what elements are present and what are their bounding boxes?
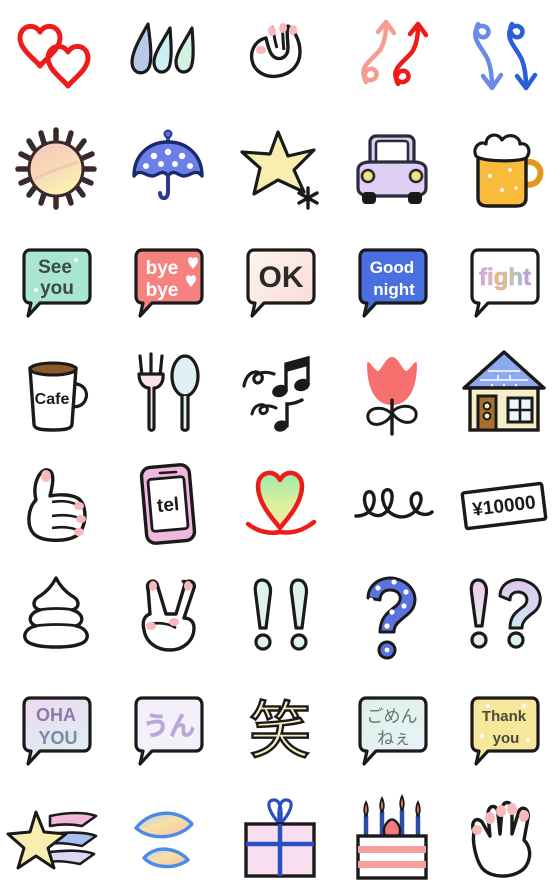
laugh-kanji-icon: 笑	[248, 693, 312, 768]
speech-bubble-good-night-icon: Good night	[358, 248, 428, 318]
music-notes-icon	[242, 355, 310, 432]
bubble-line-2: ねぇ	[377, 729, 411, 749]
gradient-heart-icon	[245, 470, 317, 535]
speech-bubble-gomen-ne-icon: ごめん ねぇ	[358, 696, 428, 766]
sticker-double-exclamation[interactable]	[224, 560, 336, 672]
sticker-bubble-un[interactable]: うん	[112, 672, 224, 784]
sun-icon	[15, 127, 97, 210]
sticker-loop-squiggle[interactable]	[336, 448, 448, 560]
bubble-line-1: See	[38, 257, 72, 278]
car-icon	[356, 134, 428, 204]
sticker-raindrops[interactable]	[112, 0, 224, 112]
sticker-bubble-gomen-ne[interactable]: ごめん ねぇ	[336, 672, 448, 784]
sticker-car[interactable]	[336, 112, 448, 224]
cafe-mug-icon: Cafe	[28, 361, 89, 432]
sticker-cafe-mug[interactable]: Cafe	[0, 336, 112, 448]
sticker-question-mark[interactable]	[336, 560, 448, 672]
fork-and-spoon-icon	[137, 352, 200, 432]
speech-bubble-oha-you-icon: OHA YOU	[22, 696, 92, 766]
bubble-line-2: bye	[146, 280, 179, 301]
soft-swirl-icon	[23, 576, 89, 649]
umbrella-icon	[132, 129, 204, 201]
sticker-petals[interactable]	[112, 784, 224, 896]
speech-bubble-fight-icon: fight	[470, 248, 540, 318]
sticker-tulip[interactable]	[336, 336, 448, 448]
speech-bubble-thank-you-icon: Thank you	[470, 696, 540, 766]
speech-bubble-ok-icon: OK	[246, 248, 316, 318]
bubble-line-2: YOU	[38, 728, 77, 748]
raindrops-icon	[130, 22, 195, 75]
mug-label: Cafe	[35, 391, 70, 408]
sticker-house[interactable]	[448, 336, 560, 448]
sticker-up-arrows[interactable]	[336, 0, 448, 112]
speech-bubble-bye-bye-icon: bye bye	[134, 248, 204, 318]
bubble-line-2: you	[493, 730, 520, 747]
bubble-line-1: bye	[146, 258, 179, 279]
loop-squiggle-icon	[354, 488, 434, 519]
petals-icon	[134, 811, 194, 869]
sticker-beer-mug[interactable]	[448, 112, 560, 224]
sticker-soft-swirl[interactable]	[0, 560, 112, 672]
sticker-ok-hand[interactable]	[224, 0, 336, 112]
sticker-music-notes[interactable]	[224, 336, 336, 448]
bubble-line-2: you	[40, 278, 74, 299]
sticker-gradient-heart[interactable]	[224, 448, 336, 560]
sticker-birthday-cake[interactable]	[336, 784, 448, 896]
beer-mug-icon	[473, 133, 544, 208]
speech-bubble-un-icon: うん	[134, 696, 204, 766]
sticker-two-hearts[interactable]	[0, 0, 112, 112]
sticker-kanji-warau[interactable]: 笑	[224, 672, 336, 784]
emoji-sticker-sheet: See you bye bye OK Good night fight Cafe…	[0, 0, 560, 896]
star-sparkle-icon	[240, 130, 319, 210]
sticker-phone-tel[interactable]: tel	[112, 448, 224, 560]
bubble-line-2: night	[373, 280, 415, 299]
bubble-line-1: OK	[259, 261, 304, 294]
sticker-bubble-see-you[interactable]: See you	[0, 224, 112, 336]
bubble-line-1: fight	[479, 264, 531, 291]
sticker-sun[interactable]	[0, 112, 112, 224]
bubble-line-1: うん	[143, 711, 195, 741]
two-hearts-icon	[17, 23, 91, 89]
sticker-down-arrows[interactable]	[448, 0, 560, 112]
question-mark-icon	[366, 576, 417, 660]
phone-tel-icon: tel	[139, 463, 197, 545]
sticker-thumbs-up[interactable]	[0, 448, 112, 560]
sticker-bubble-fight[interactable]: fight	[448, 224, 560, 336]
sticker-bubble-good-night[interactable]: Good night	[336, 224, 448, 336]
ok-hand-icon	[249, 23, 302, 79]
double-exclamation-icon	[253, 578, 309, 651]
sticker-exclamation-question[interactable]	[448, 560, 560, 672]
shooting-star-trail-icon	[6, 810, 98, 870]
banknote-icon: ¥10000	[460, 481, 548, 531]
phone-label: tel	[156, 494, 180, 517]
up-arrows-icon	[361, 19, 429, 87]
bubble-line-1: ごめん	[367, 707, 418, 727]
gift-box-icon	[244, 798, 316, 878]
sticker-peace-sign[interactable]	[112, 560, 224, 672]
sticker-bubble-oha-you[interactable]: OHA YOU	[0, 672, 112, 784]
thumbs-up-icon	[27, 468, 87, 542]
kanji-glyph: 笑	[249, 694, 311, 767]
birthday-cake-icon	[356, 793, 428, 880]
bubble-line-1: Thank	[482, 708, 527, 725]
sticker-bubble-thank-you[interactable]: Thank you	[448, 672, 560, 784]
peace-sign-icon	[141, 579, 196, 652]
sticker-bubble-ok[interactable]: OK	[224, 224, 336, 336]
exclamation-question-icon	[469, 578, 542, 649]
house-icon	[462, 350, 546, 432]
open-palm-icon	[471, 800, 532, 878]
speech-bubble-see-you-icon: See you	[22, 248, 92, 318]
sticker-banknote[interactable]: ¥10000	[448, 448, 560, 560]
sticker-fork-spoon[interactable]	[112, 336, 224, 448]
sticker-star-sparkle[interactable]	[224, 112, 336, 224]
tulip-icon	[366, 356, 418, 436]
bubble-line-1: Good	[370, 258, 414, 277]
bubble-line-1: OHA	[36, 705, 76, 725]
sticker-shooting-star-trail[interactable]	[0, 784, 112, 896]
sticker-umbrella[interactable]	[112, 112, 224, 224]
sticker-bubble-bye-bye[interactable]: bye bye	[112, 224, 224, 336]
down-arrows-icon	[472, 21, 538, 91]
sticker-gift-box[interactable]	[224, 784, 336, 896]
sticker-open-palm[interactable]	[448, 784, 560, 896]
